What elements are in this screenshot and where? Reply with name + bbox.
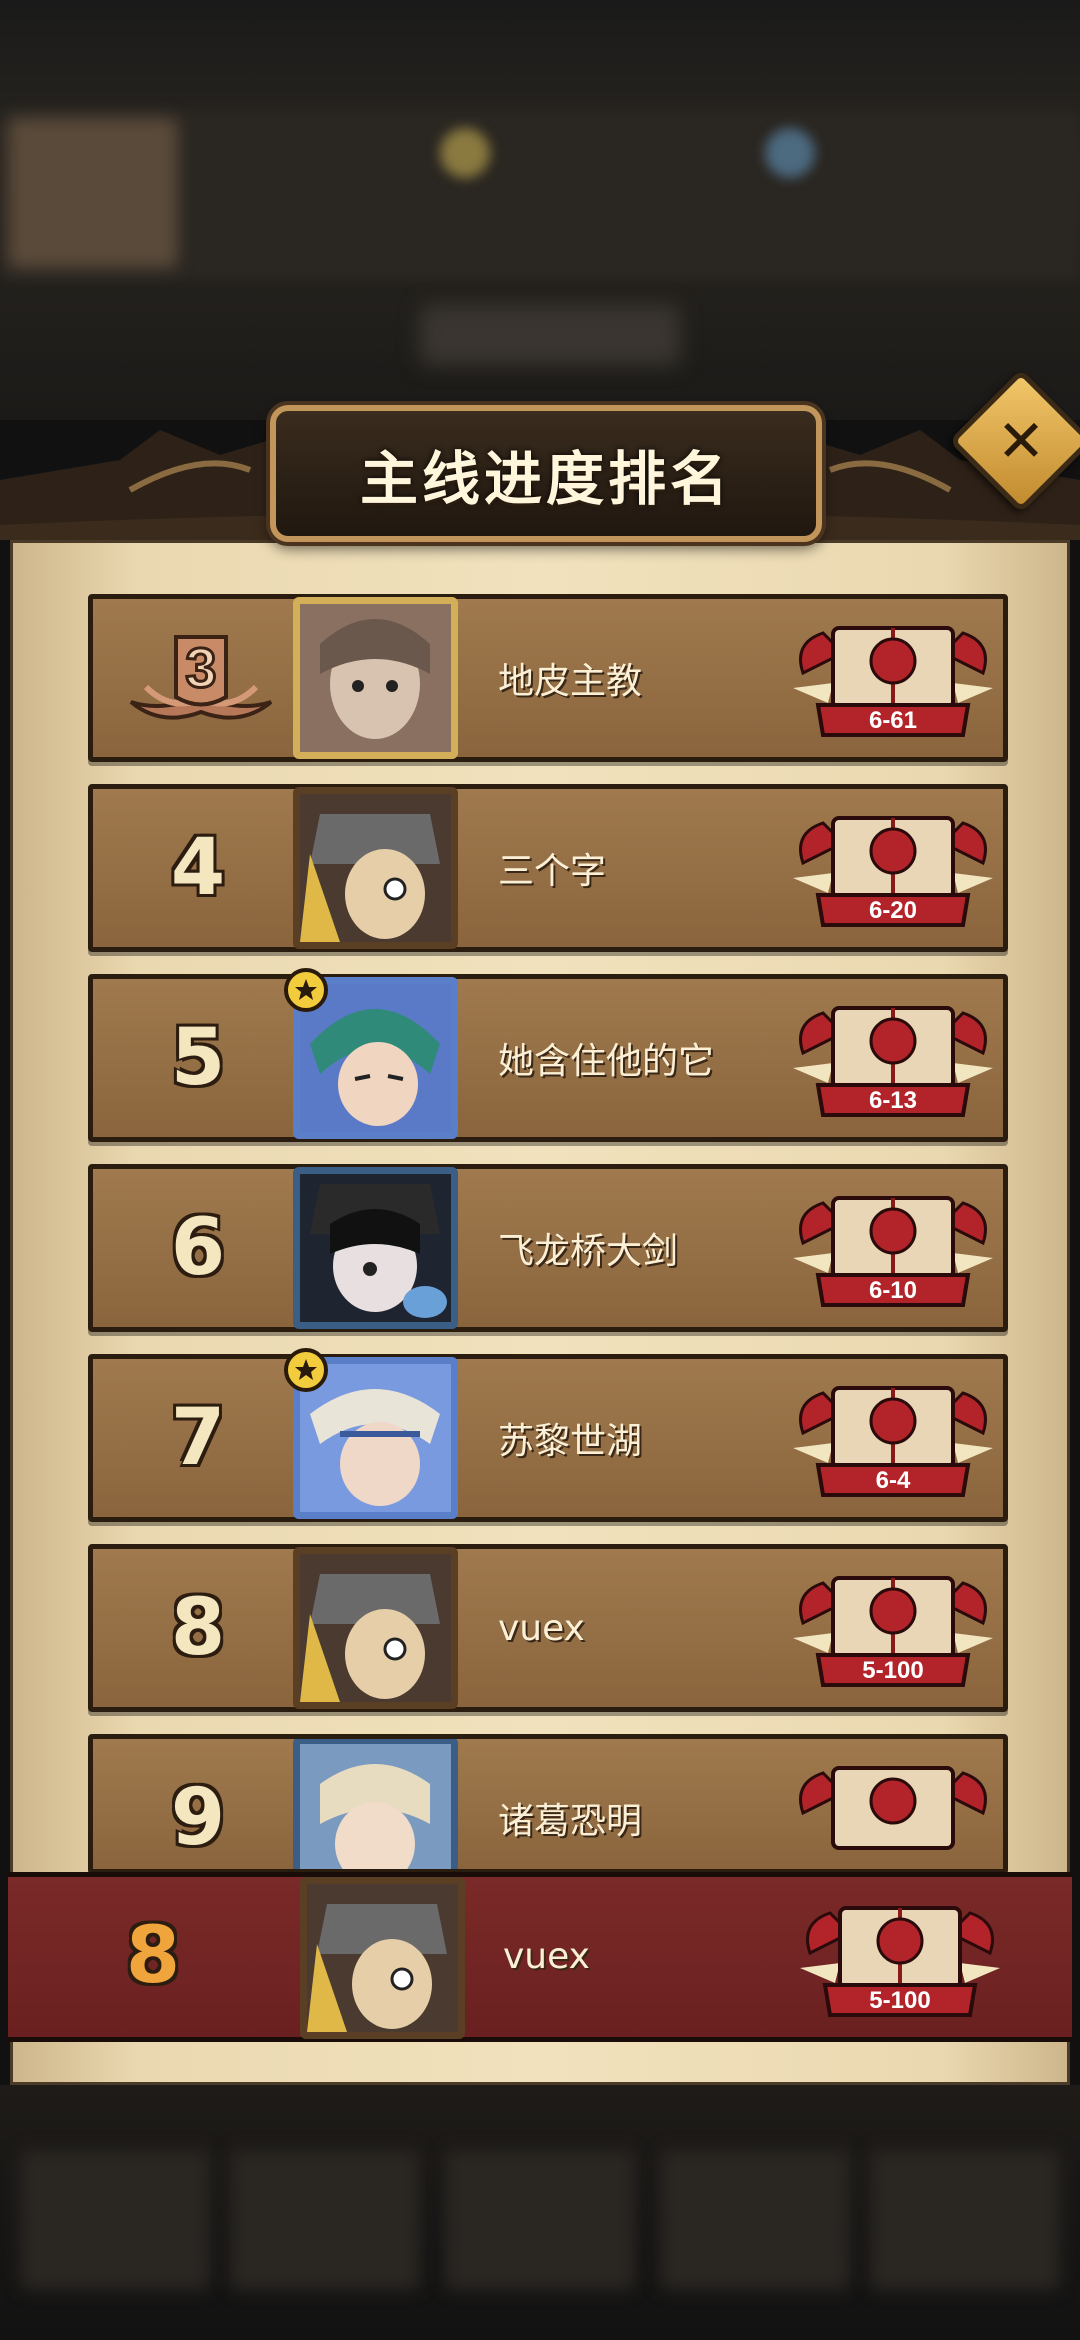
ranking-row[interactable]: 7 苏黎世湖 6-4 bbox=[88, 1348, 1008, 1522]
player-name: 苏黎世湖 bbox=[498, 1421, 643, 1462]
player-name: vuex bbox=[498, 1607, 585, 1649]
stage-label: 6-4 bbox=[876, 1467, 911, 1494]
ranking-row[interactable]: 3 地皮主教 6-61 bbox=[88, 594, 1008, 762]
stage-badge: 6-13 bbox=[793, 1006, 993, 1117]
ranking-row[interactable]: 5 她含住他的它 6-13 bbox=[88, 968, 1008, 1142]
bronze-medal-icon: 3 bbox=[129, 635, 273, 720]
avatar-portrait-icon bbox=[300, 604, 451, 752]
stage-badge: 6-4 bbox=[793, 1386, 993, 1497]
ranking-row[interactable]: 4 三个字 6-20 bbox=[88, 784, 1008, 952]
avatar-portrait-icon bbox=[300, 794, 451, 942]
player-avatar[interactable] bbox=[293, 1739, 458, 1869]
background-gem-icon bbox=[765, 128, 815, 178]
ranking-row[interactable]: 9 诸葛恐明 bbox=[88, 1734, 1008, 1874]
avatar-portrait-icon bbox=[300, 1744, 451, 1869]
stage-label: 6-61 bbox=[869, 707, 917, 734]
background-tab bbox=[445, 2150, 635, 2290]
stage-label: 5-100 bbox=[862, 1657, 923, 1684]
star-badge-icon bbox=[284, 968, 328, 1012]
stage-badge: 5-100 bbox=[800, 1906, 1000, 2017]
player-name: 她含住他的它 bbox=[498, 1041, 715, 1082]
player-avatar[interactable] bbox=[293, 597, 458, 759]
rank-number: 9 bbox=[170, 1773, 226, 1863]
player-name: 飞龙桥大剑 bbox=[498, 1231, 679, 1272]
stage-label: 6-20 bbox=[869, 897, 917, 924]
rank-number: 4 bbox=[170, 823, 226, 913]
close-icon[interactable]: ✕ bbox=[970, 390, 1072, 492]
ranking-row[interactable]: 6 飞龙桥大剑 6-10 bbox=[88, 1164, 1008, 1332]
stage-badge: 6-61 bbox=[793, 626, 993, 737]
rank-number: 7 bbox=[170, 1393, 226, 1483]
star-badge-icon bbox=[284, 1348, 328, 1392]
player-avatar[interactable] bbox=[293, 787, 458, 949]
rank-medal-number: 3 bbox=[185, 636, 216, 699]
background-tab bbox=[660, 2150, 850, 2290]
background-tab bbox=[870, 2150, 1060, 2290]
player-avatar[interactable] bbox=[293, 1547, 458, 1709]
avatar-portrait-icon bbox=[300, 1554, 451, 1702]
stage-badge: 6-20 bbox=[793, 816, 993, 927]
avatar-portrait-icon bbox=[300, 1174, 451, 1322]
my-avatar[interactable] bbox=[300, 1877, 465, 2039]
rank-number: 6 bbox=[170, 1203, 226, 1293]
stage-label: 5-100 bbox=[869, 1987, 930, 2014]
rank-number: 8 bbox=[170, 1583, 226, 1673]
player-name: 诸葛恐明 bbox=[498, 1801, 643, 1842]
avatar-portrait-icon bbox=[307, 1884, 458, 2032]
player-name: 三个字 bbox=[498, 851, 607, 892]
rank-number: 5 bbox=[170, 1013, 226, 1103]
stage-label: 6-10 bbox=[869, 1277, 917, 1304]
stage-label: 6-13 bbox=[869, 1087, 917, 1114]
background-tab bbox=[20, 2150, 210, 2290]
my-rank-number: 8 bbox=[125, 1911, 181, 2001]
player-name: 地皮主教 bbox=[498, 661, 643, 702]
player-avatar[interactable] bbox=[293, 1167, 458, 1329]
background-title bbox=[420, 305, 680, 365]
stage-badge bbox=[799, 1766, 987, 1850]
background-coin-icon bbox=[440, 128, 490, 178]
my-player-name: vuex bbox=[503, 1935, 590, 1977]
page-title: 主线进度排名 bbox=[359, 444, 732, 513]
background-avatar bbox=[8, 118, 178, 268]
my-rank-row[interactable]: 8 vuex 5-100 bbox=[8, 1872, 1072, 2042]
stage-badge: 5-100 bbox=[793, 1576, 993, 1687]
ranking-row[interactable]: 8 vuex 5-100 bbox=[88, 1544, 1008, 1712]
stage-badge: 6-10 bbox=[793, 1196, 993, 1307]
background-tab bbox=[230, 2150, 420, 2290]
